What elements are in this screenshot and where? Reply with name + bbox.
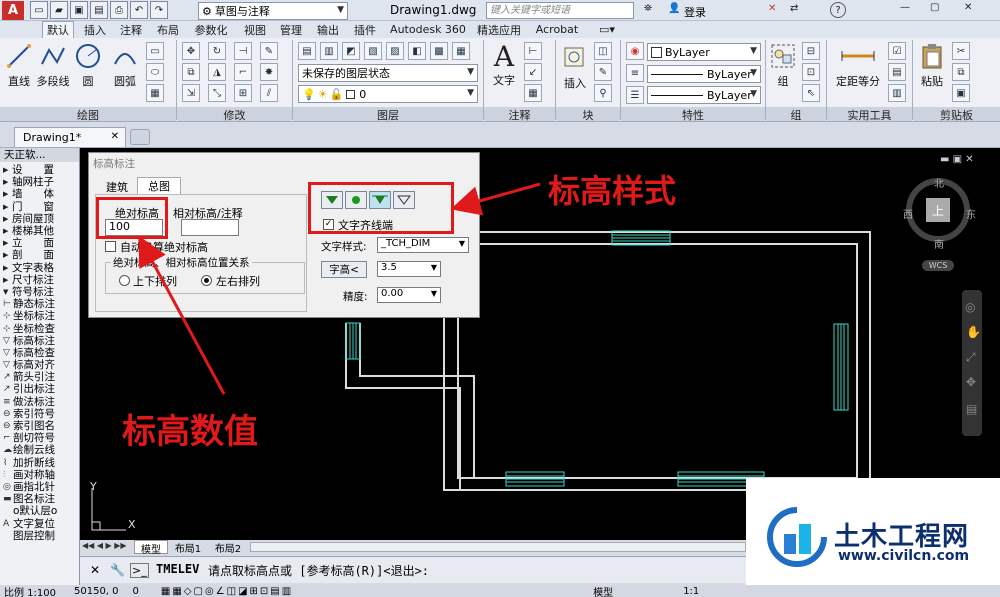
status-bar: 比例 1:100 50150, 0 0 ▦▦◇▢◎∠◫◪⊞⊡▤▥ 模型 1:1 [0,585,1000,597]
status-coords: 50150, 0 [74,585,119,597]
status-zero: 0 [132,585,139,597]
status-mode-icons[interactable]: ▦▦◇▢◎∠◫◪⊞⊡▤▥ [161,586,293,597]
status-anno-scale[interactable]: 1:1 [683,586,699,597]
watermark-url: www.civilcn.com [838,548,970,564]
status-scale[interactable]: 比例 1:100 [4,584,66,597]
horizontal-scrollbar[interactable] [250,542,746,552]
watermark-logo-icon [767,507,827,567]
watermark: 土木工程网 www.civilcn.com [746,478,1000,585]
annotation-value-label: 标高数值 [122,412,258,452]
wrench-icon[interactable]: 🔧 [110,563,125,577]
tab-layout1[interactable]: 布局1 [170,540,206,555]
command-text: 请点取标高点或 [参考标高(R)]<退出>: [208,564,430,578]
annotation-style-label: 标高样式 [548,172,677,210]
tab-model[interactable]: 模型 [134,540,168,556]
status-space[interactable]: 模型 [593,584,613,597]
layout-nav-buttons[interactable]: ◀◀ ◀ ▶ ▶▶ [82,541,127,550]
close-command-icon[interactable]: ✕ [90,563,100,577]
command-name: TMELEV [156,562,200,576]
tab-layout2[interactable]: 布局2 [210,540,246,555]
command-prompt-icon: >_ [130,563,149,578]
